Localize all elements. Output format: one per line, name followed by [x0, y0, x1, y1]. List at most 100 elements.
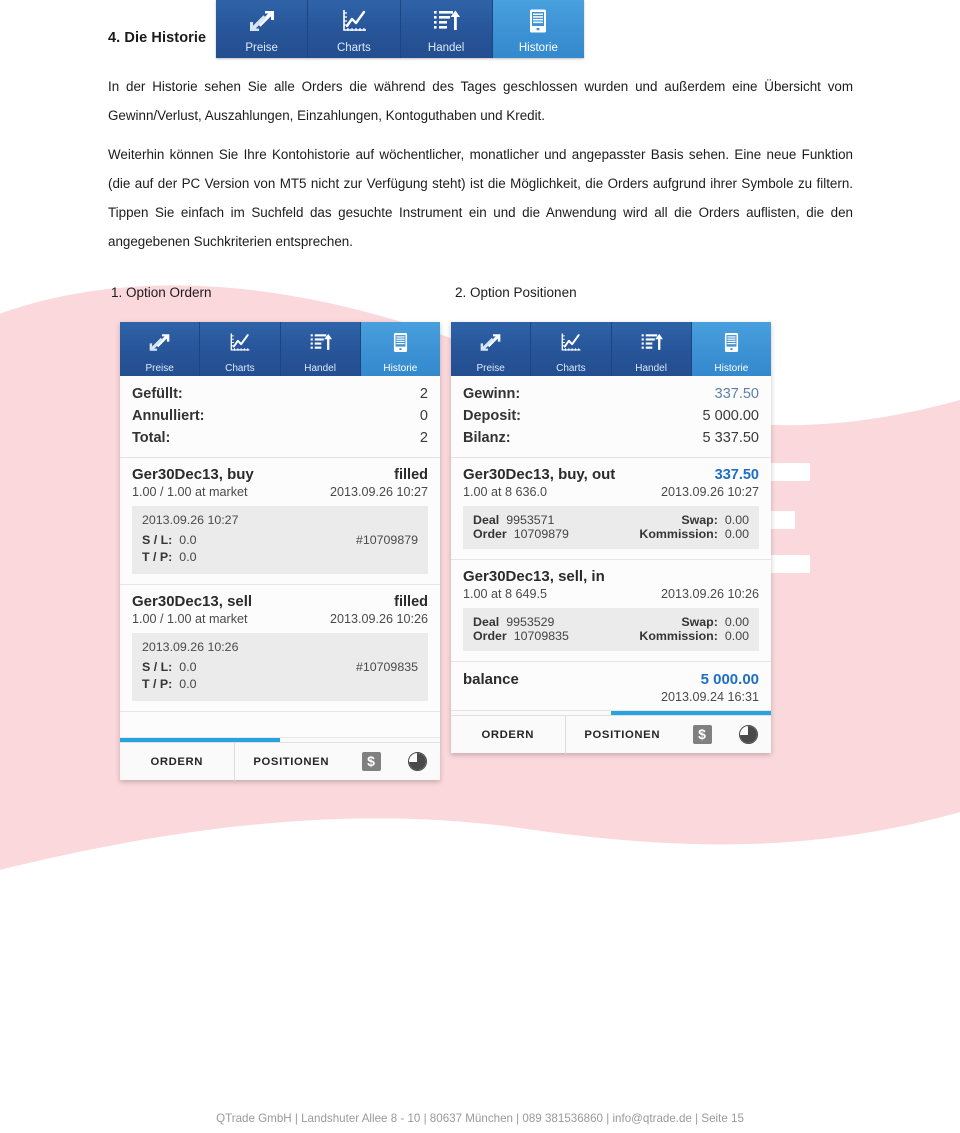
summary-value: 0: [419, 408, 428, 424]
order-time: 2013.09.26 10:26: [329, 612, 428, 626]
phone2-nav-label: Historie: [714, 363, 749, 374]
order-label: Order: [473, 527, 507, 541]
commission-label: Kommission:: [639, 527, 718, 541]
order-detail-time: 2013.09.26 10:27: [142, 513, 239, 527]
caption-option-ordern: 1. Option Ordern: [111, 285, 212, 300]
list-arrow-up-icon: [281, 322, 360, 363]
summary-value: 5 337.50: [702, 430, 759, 446]
top-nav-item-preise[interactable]: Preise: [216, 0, 309, 58]
order-detail-row: T / P: 0.0: [142, 676, 418, 693]
phone1-nav-label: Handel: [304, 363, 336, 374]
deal-title: Ger30Dec13, buy, out: [463, 466, 616, 483]
deal-card[interactable]: Ger30Dec13, sell, in 1.00 at 8 649.5 201…: [451, 560, 771, 662]
summary-key: Annulliert:: [132, 408, 205, 424]
tp-label: T / P:: [142, 677, 173, 691]
order-card-head: Ger30Dec13, sell filled: [132, 593, 428, 610]
order-volume: 1.00 / 1.00 at market: [132, 485, 248, 499]
commission-value: 0.00: [724, 629, 749, 643]
top-nav-item-historie[interactable]: Historie: [492, 0, 584, 58]
order-volume: 1.00 / 1.00 at market: [132, 612, 248, 626]
order-card[interactable]: Ger30Dec13, sell filled 1.00 / 1.00 at m…: [120, 585, 440, 712]
expand-arrows-icon: [451, 322, 530, 363]
order-detail-row: S / L: 0.0 #10709835: [142, 659, 418, 676]
page-root: 4. Die Historie Preise Charts Handel His…: [0, 0, 960, 1133]
phone1-nav-item-preise[interactable]: Preise: [120, 322, 201, 376]
document-tablet-icon: [692, 322, 771, 363]
balance-card[interactable]: balance 5 000.00 2013.09.24 16:31: [451, 662, 771, 711]
summary-row: Gewinn: 337.50: [463, 383, 759, 405]
order-ticket: #10709835: [355, 660, 418, 674]
tp-value: 0.0: [179, 550, 197, 564]
phone2-summary: Gewinn: 337.50 Deposit: 5 000.00 Bilanz:…: [451, 376, 771, 458]
tp-label: T / P:: [142, 550, 173, 564]
phone2-nav-item-charts[interactable]: Charts: [531, 322, 612, 376]
summary-key: Total:: [132, 430, 171, 446]
dollar-icon: $: [361, 752, 381, 771]
page-footer: QTrade GmbH | Landshuter Allee 8 - 10 | …: [216, 1112, 744, 1125]
line-chart-icon: [531, 322, 610, 363]
order-time: 2013.09.26 10:27: [329, 485, 428, 499]
phone2-nav-item-preise[interactable]: Preise: [451, 322, 532, 376]
top-nav-label: Charts: [336, 42, 371, 55]
deal-label: Deal: [473, 513, 500, 527]
summary-key: Deposit:: [463, 408, 521, 424]
phone2-nav-label: Preise: [476, 363, 505, 374]
phone2-tab-positionen[interactable]: POSITIONEN: [566, 716, 680, 754]
order-detail: 2013.09.26 10:26 S / L: 0.0 #10709835 T …: [132, 633, 428, 701]
phone1-list-filler: [120, 712, 440, 738]
phone2-dollar-button[interactable]: $: [679, 725, 725, 744]
phone1-nav-item-charts[interactable]: Charts: [200, 322, 281, 376]
deal-title: Ger30Dec13, sell, in: [463, 568, 605, 585]
phone1-nav-item-handel[interactable]: Handel: [280, 322, 361, 376]
phone2-nav-bar: Preise Charts Handel Historie: [451, 322, 771, 376]
tab-indicator-positionen: [280, 738, 440, 742]
phone1-body: Gefüllt: 2 Annulliert: 0 Total: 2 Ger30D…: [120, 376, 440, 738]
swap-value: 0.00: [724, 615, 749, 629]
balance-time: 2013.09.24 16:31: [660, 690, 759, 704]
phone2-nav-item-handel[interactable]: Handel: [611, 322, 692, 376]
tab-indicator-ordern: [120, 738, 280, 742]
phone1-tab-ordern[interactable]: ORDERN: [120, 742, 235, 781]
order-detail-row: S / L: 0.0 #10709879: [142, 532, 418, 549]
summary-row: Total: 2: [132, 427, 428, 449]
deal-label: Deal: [473, 615, 500, 629]
phone2-nav-item-historie[interactable]: Historie: [691, 322, 771, 376]
order-detail: 2013.09.26 10:27 S / L: 0.0 #10709879 T …: [132, 506, 428, 574]
sl-value: 0.0: [179, 533, 197, 547]
phone1-nav-item-historie[interactable]: Historie: [360, 322, 440, 376]
phone1-clock-button[interactable]: [394, 752, 440, 771]
balance-head: balance 5 000.00: [463, 671, 759, 688]
phone1-tabbar: ORDERN POSITIONEN $: [120, 742, 440, 781]
deal-card[interactable]: Ger30Dec13, buy, out 337.50 1.00 at 8 63…: [451, 458, 771, 560]
balance-amount: 5 000.00: [700, 671, 759, 688]
deal-card-sub: 1.00 at 8 636.0 2013.09.26 10:27: [463, 485, 759, 499]
phone1-summary: Gefüllt: 2 Annulliert: 0 Total: 2: [120, 376, 440, 458]
phone1-nav-label: Preise: [145, 363, 174, 374]
top-nav-bar: Preise Charts Handel Historie: [216, 0, 584, 58]
deal-card-head: Ger30Dec13, buy, out 337.50: [463, 466, 759, 483]
phone1-dollar-button[interactable]: $: [348, 752, 394, 771]
deal-time: 2013.09.26 10:26: [660, 587, 759, 601]
clock-icon: [407, 752, 427, 771]
order-detail-row: T / P: 0.0: [142, 549, 418, 566]
deal-card-sub: 1.00 at 8 649.5 2013.09.26 10:26: [463, 587, 759, 601]
swap-label: Swap:: [681, 513, 718, 527]
commission-label: Kommission:: [639, 629, 718, 643]
phone1-tab-positionen[interactable]: POSITIONEN: [235, 743, 349, 781]
deal-detail-row: Order 10709879 Kommission: 0.00: [473, 527, 749, 541]
summary-key: Bilanz:: [463, 430, 511, 446]
pink-notch-3: [770, 555, 810, 573]
list-arrow-up-icon: [612, 322, 691, 363]
order-card[interactable]: Ger30Dec13, buy filled 1.00 / 1.00 at ma…: [120, 458, 440, 585]
sl-label: S / L:: [142, 533, 173, 547]
summary-row: Bilanz: 5 337.50: [463, 427, 759, 449]
body-text: In der Historie sehen Sie alle Orders di…: [108, 72, 853, 256]
top-nav-item-charts[interactable]: Charts: [308, 0, 401, 58]
expand-arrows-icon: [120, 322, 199, 363]
phone2-clock-button[interactable]: [725, 725, 771, 744]
top-nav-label: Handel: [427, 42, 465, 55]
line-chart-icon: [200, 322, 279, 363]
page-title: 4. Die Historie: [108, 30, 207, 46]
phone2-tab-ordern[interactable]: ORDERN: [451, 715, 566, 754]
top-nav-item-handel[interactable]: Handel: [400, 0, 493, 58]
